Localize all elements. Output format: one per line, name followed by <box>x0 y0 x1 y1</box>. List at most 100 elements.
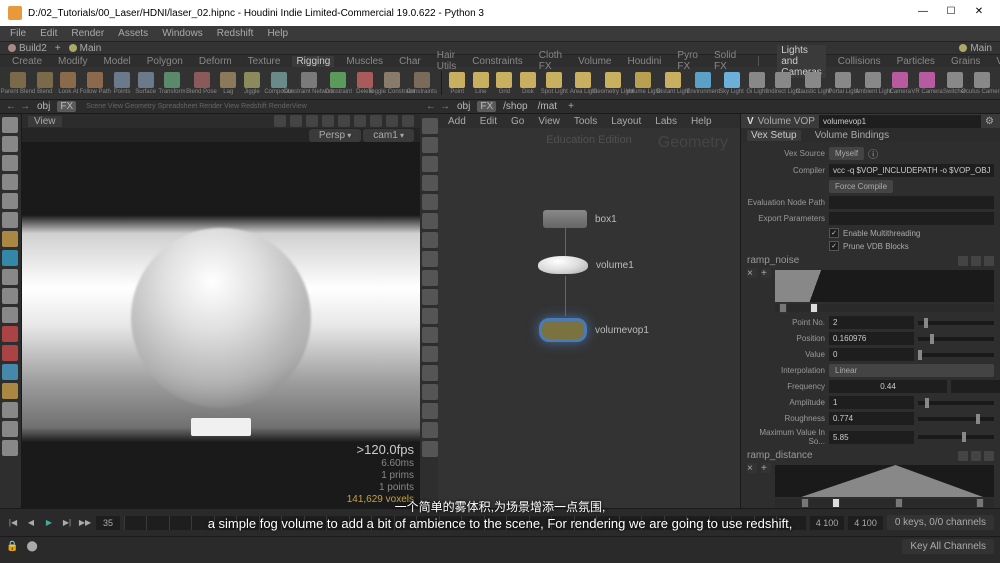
play-button[interactable]: ▶ <box>42 516 56 530</box>
keys-status[interactable]: 0 keys, 0/0 channels <box>887 515 994 530</box>
tool-button[interactable]: Caustic Light <box>799 69 827 97</box>
shelf-tab[interactable]: Texture <box>244 56 285 67</box>
tool-button[interactable]: Toggle Constraint <box>378 69 406 97</box>
viewport-display-icon[interactable] <box>422 346 438 362</box>
net-path-obj[interactable]: obj <box>454 101 473 112</box>
end-frame-1[interactable]: 4 100 <box>810 516 845 530</box>
shelf-tab[interactable]: Create <box>8 56 46 67</box>
viewport-display-icon[interactable] <box>422 289 438 305</box>
tool-button[interactable]: Spot Light <box>541 69 568 97</box>
tool-button[interactable]: Portal Light <box>829 69 857 97</box>
ramp1-pointno[interactable] <box>829 316 914 329</box>
status-lock-icon[interactable]: 🔒 <box>6 541 18 552</box>
shelf-tab[interactable]: Modify <box>54 56 91 67</box>
tool-button[interactable]: Environment <box>689 69 717 97</box>
viewport-3d[interactable]: >120.0fps 6.60ms 1 prims 1 points 141,62… <box>22 142 420 508</box>
gear-icon[interactable]: ⚙ <box>985 116 994 127</box>
viewport-tool-icon[interactable] <box>2 136 18 152</box>
shelf-tab[interactable]: Vellum <box>992 56 1000 67</box>
desk-right[interactable]: Main <box>959 43 992 54</box>
path-obj[interactable]: obj <box>34 101 53 112</box>
viewport-tool-icon[interactable] <box>2 440 18 456</box>
export-params-field[interactable] <box>829 212 994 225</box>
net-menu-edit[interactable]: Edit <box>478 116 499 127</box>
key-all-channels-button[interactable]: Key All Channels <box>902 539 994 554</box>
menu-file[interactable]: File <box>8 28 28 39</box>
viewport-tool-icon[interactable] <box>2 364 18 380</box>
viewport-tool-icon[interactable] <box>2 421 18 437</box>
shelf-tab[interactable]: Particles <box>893 56 939 67</box>
ramp-add-icon[interactable] <box>958 256 968 266</box>
viewport-control-icon[interactable] <box>386 115 398 127</box>
net-path-fx[interactable]: FX <box>477 101 496 112</box>
net-path-fwd-icon[interactable]: → <box>440 101 450 112</box>
ramp2-add-icon[interactable] <box>958 451 968 461</box>
desk-add[interactable]: + <box>55 43 61 54</box>
tool-button[interactable]: Surface <box>135 69 157 97</box>
prev-frame-button[interactable]: ◀ <box>24 516 38 530</box>
viewport-display-icon[interactable] <box>422 327 438 343</box>
tool-button[interactable]: Parent Blend <box>4 69 32 97</box>
shelf-tab[interactable]: Model <box>99 56 134 67</box>
desk-current[interactable]: Build2 <box>8 43 47 54</box>
shelf-tab[interactable]: Polygon <box>143 56 187 67</box>
camera-selector[interactable]: cam1 ▾ <box>363 129 414 142</box>
position-slider[interactable] <box>918 337 995 341</box>
shelf-tab[interactable]: Deform <box>195 56 236 67</box>
net-path-add[interactable]: + <box>568 101 574 112</box>
status-auto-icon[interactable]: ⬤ <box>26 541 37 552</box>
amplitude-field[interactable] <box>829 396 914 409</box>
network-canvas[interactable]: Education Edition Geometry box1 volume1 … <box>438 128 740 508</box>
net-menu-add[interactable]: Add <box>446 116 468 127</box>
shelf-tab[interactable]: Constraints <box>468 56 527 67</box>
desk-main[interactable]: Main <box>69 43 102 54</box>
value-slider[interactable] <box>918 353 995 357</box>
node-name-field[interactable] <box>819 115 981 128</box>
freq-x[interactable] <box>829 380 947 393</box>
ramp1-position[interactable] <box>829 332 914 345</box>
viewport-tool-icon[interactable] <box>2 231 18 247</box>
tool-button[interactable]: Grid <box>494 69 516 97</box>
viewport-display-icon[interactable] <box>422 137 438 153</box>
viewport-display-icon[interactable] <box>422 422 438 438</box>
next-frame-button[interactable]: ▶| <box>60 516 74 530</box>
menu-edit[interactable]: Edit <box>38 28 59 39</box>
current-frame-field[interactable]: 35 <box>96 516 120 530</box>
shelf-tab[interactable]: Char <box>395 56 425 67</box>
tool-button[interactable]: Geometry Light <box>599 69 627 97</box>
net-path-back-icon[interactable]: ← <box>426 101 436 112</box>
minimize-button[interactable]: — <box>916 6 930 20</box>
tool-button[interactable]: Constraint Network <box>295 69 323 97</box>
tool-button[interactable]: Constraint <box>325 69 352 97</box>
tool-button[interactable]: Transform <box>158 69 185 97</box>
first-frame-button[interactable]: |◀ <box>6 516 20 530</box>
ramp-collapse-icon[interactable]: × <box>747 268 757 278</box>
path-fx[interactable]: FX <box>57 101 76 112</box>
vex-source-select[interactable]: Myself <box>829 147 864 160</box>
maxval-field[interactable] <box>829 431 914 444</box>
perspective-selector[interactable]: Persp ▾ <box>309 129 361 142</box>
tool-button[interactable]: Camera <box>889 69 911 97</box>
compiler-field[interactable] <box>829 164 994 177</box>
last-frame-button[interactable]: ▶▶ <box>78 516 92 530</box>
menu-help[interactable]: Help <box>265 28 290 39</box>
viewport-display-icon[interactable] <box>422 194 438 210</box>
pointno-slider[interactable] <box>918 321 995 325</box>
tool-button[interactable]: Point <box>446 69 468 97</box>
viewport-display-icon[interactable] <box>422 232 438 248</box>
roughness-slider[interactable] <box>918 417 995 421</box>
view-tab-label[interactable]: View <box>28 116 62 127</box>
viewport-tool-icon[interactable] <box>2 193 18 209</box>
viewport-tool-icon[interactable] <box>2 383 18 399</box>
viewport-tool-icon[interactable] <box>2 307 18 323</box>
viewport-control-icon[interactable] <box>370 115 382 127</box>
viewport-display-icon[interactable] <box>422 156 438 172</box>
tool-button[interactable]: Jiggle <box>241 69 263 97</box>
net-menu-tools[interactable]: Tools <box>572 116 599 127</box>
viewport-display-icon[interactable] <box>422 270 438 286</box>
viewport-tool-icon[interactable] <box>2 250 18 266</box>
tab-volume-bindings[interactable]: Volume Bindings <box>811 130 894 141</box>
node-volumevop1[interactable]: volumevop1 <box>539 318 649 342</box>
roughness-field[interactable] <box>829 412 914 425</box>
menu-redshift[interactable]: Redshift <box>215 28 256 39</box>
